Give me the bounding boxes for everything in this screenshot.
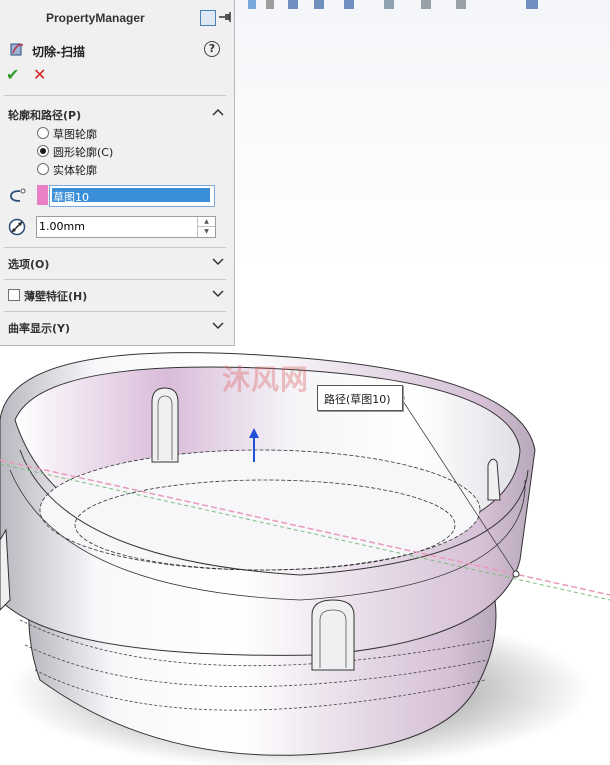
- toolbar-icon-monitor[interactable]: [526, 0, 538, 9]
- pushpin-icon[interactable]: [219, 11, 233, 23]
- feature-name: 切除-扫描: [32, 45, 85, 59]
- radio-button[interactable]: [37, 127, 49, 139]
- cancel-button[interactable]: ✕: [33, 67, 49, 83]
- path-selection-field[interactable]: 草图10: [49, 185, 215, 207]
- toolbar-icon-edit-appearance[interactable]: [384, 0, 394, 9]
- feature-header: 切除-扫描 ?: [0, 36, 234, 62]
- radio-label: 草图轮廓: [53, 128, 97, 141]
- diameter-field[interactable]: ▲ ▼: [36, 216, 216, 238]
- watermark: 沐风网: [222, 363, 310, 396]
- section-options[interactable]: 选项(O): [0, 248, 234, 276]
- property-manager-panel: PropertyManager 切除-扫描 ? ✔ ✕ 轮廓和路径(P) 草图轮…: [0, 0, 235, 346]
- section-title: 选项(O): [8, 258, 50, 271]
- panel-title: PropertyManager: [46, 11, 145, 25]
- sweep-cut-icon: [10, 43, 24, 56]
- path-value: 草图10: [53, 191, 89, 204]
- path-callout[interactable]: 路径(草图10): [317, 385, 403, 411]
- radio-button[interactable]: [37, 163, 49, 175]
- toolbar-icon-view-orientation[interactable]: [288, 0, 298, 9]
- radio-button[interactable]: [37, 145, 49, 157]
- divider: [4, 95, 226, 96]
- panel-header: PropertyManager: [0, 0, 234, 36]
- toolbar-icon-scene[interactable]: [421, 0, 431, 9]
- thin-feature-checkbox[interactable]: [8, 289, 20, 301]
- diameter-spinner[interactable]: ▲ ▼: [197, 217, 215, 237]
- radio-label: 实体轮廓: [53, 164, 97, 177]
- toolbar-icon-display-style[interactable]: [314, 0, 324, 9]
- path-icon: [10, 188, 26, 202]
- chevron-down-icon[interactable]: [212, 288, 224, 298]
- radio-label: 圆形轮廓(C): [53, 146, 114, 159]
- toolbar-icon-section[interactable]: [266, 0, 274, 9]
- section-profile-path[interactable]: 轮廓和路径(P): [0, 99, 234, 127]
- property-manager-expand-icon[interactable]: [200, 10, 216, 26]
- spin-down-icon[interactable]: ▼: [198, 227, 215, 236]
- section-title: 曲率显示(Y): [8, 322, 71, 335]
- ok-button[interactable]: ✔: [6, 67, 22, 83]
- section-title: 轮廓和路径(P): [8, 109, 82, 122]
- toolbar-icon-zoom[interactable]: [248, 0, 256, 9]
- profile-color-swatch: [37, 185, 48, 205]
- heads-up-toolbar: [236, 0, 610, 12]
- section-curvature-display[interactable]: 曲率显示(Y): [0, 312, 234, 340]
- section-thin-feature[interactable]: 薄壁特征(H): [0, 280, 234, 308]
- spin-up-icon[interactable]: ▲: [198, 217, 215, 227]
- chevron-down-icon[interactable]: [212, 256, 224, 266]
- toolbar-icon-hide-show[interactable]: [344, 0, 354, 9]
- section-title: 薄壁特征(H): [24, 290, 88, 303]
- chevron-down-icon[interactable]: [212, 320, 224, 330]
- diameter-input[interactable]: [37, 217, 197, 235]
- diameter-icon: [8, 218, 26, 236]
- help-icon[interactable]: ?: [204, 41, 220, 57]
- toolbar-icon-view-settings[interactable]: [456, 0, 466, 9]
- path-callout-label: 路径(草图10): [324, 393, 391, 406]
- chevron-up-icon[interactable]: [212, 107, 224, 117]
